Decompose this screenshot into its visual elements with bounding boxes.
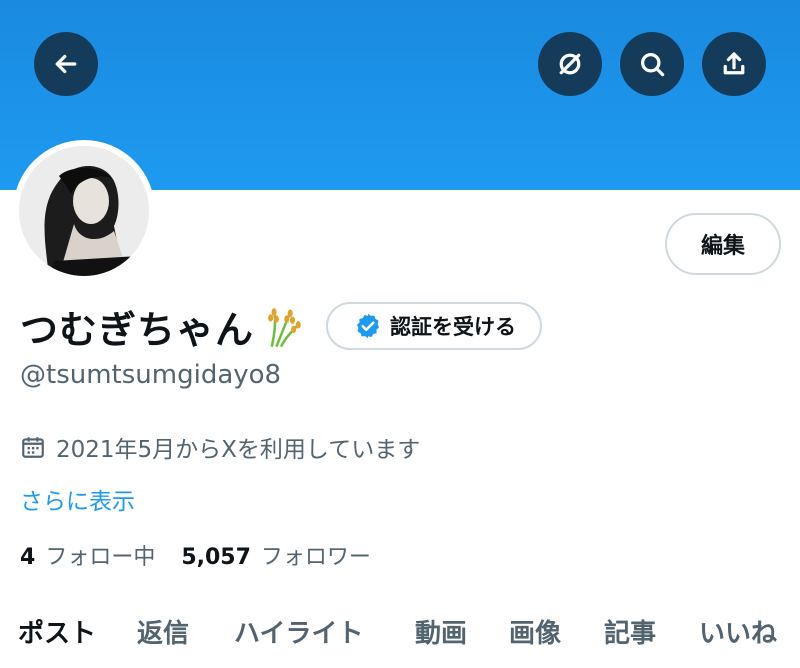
tab-videos[interactable]: 動画 xyxy=(415,613,467,650)
following-count: 4 xyxy=(20,545,36,570)
share-upload-icon xyxy=(723,52,745,75)
get-verified-label: 認証を受ける xyxy=(390,315,517,339)
tab-posts[interactable]: ポスト xyxy=(18,613,96,650)
tab-highlights[interactable]: ハイライト xyxy=(234,613,363,650)
profile-tabs: ポスト 返信 ハイライト 動画 画像 記事 いいね xyxy=(0,605,800,668)
display-name: つむぎちゃん xyxy=(20,307,255,352)
rice-sheaf-icon xyxy=(268,308,301,348)
share-button[interactable] xyxy=(702,32,766,96)
avatar-image xyxy=(19,146,149,276)
tab-articles[interactable]: 記事 xyxy=(604,613,656,650)
name-row: つむぎちゃん 認証を受ける xyxy=(20,296,543,356)
verified-badge-icon xyxy=(356,313,380,339)
search-icon xyxy=(641,53,665,77)
followers-label: フォロワー xyxy=(260,545,371,570)
arrow-left-icon xyxy=(55,54,77,74)
circle-slash-icon xyxy=(559,53,581,75)
followers-count: 5,057 xyxy=(181,545,251,570)
back-button[interactable] xyxy=(34,32,98,96)
handle: @tsumtsumgidayo8 xyxy=(20,360,282,390)
edit-profile-button[interactable]: 編集 xyxy=(665,213,781,275)
following-link[interactable]: 4 フォロー中 xyxy=(20,539,155,571)
tab-likes[interactable]: いいね xyxy=(699,613,777,650)
avatar[interactable] xyxy=(13,140,155,282)
show-more-link[interactable]: さらに表示 xyxy=(20,482,135,516)
calendar-icon xyxy=(22,437,44,458)
follow-stats: 4 フォロー中 5,057 フォロワー xyxy=(20,539,371,571)
tab-photos[interactable]: 画像 xyxy=(509,613,561,650)
search-button[interactable] xyxy=(620,32,684,96)
joined-date: 2021年5月からXを利用しています xyxy=(20,430,420,464)
followers-link[interactable]: 5,057 フォロワー xyxy=(181,539,371,571)
grok-button[interactable] xyxy=(538,32,602,96)
joined-text: 2021年5月からXを利用しています xyxy=(56,437,421,463)
get-verified-button[interactable]: 認証を受ける xyxy=(326,302,543,350)
following-label: フォロー中 xyxy=(45,545,156,570)
tab-replies[interactable]: 返信 xyxy=(137,613,189,650)
